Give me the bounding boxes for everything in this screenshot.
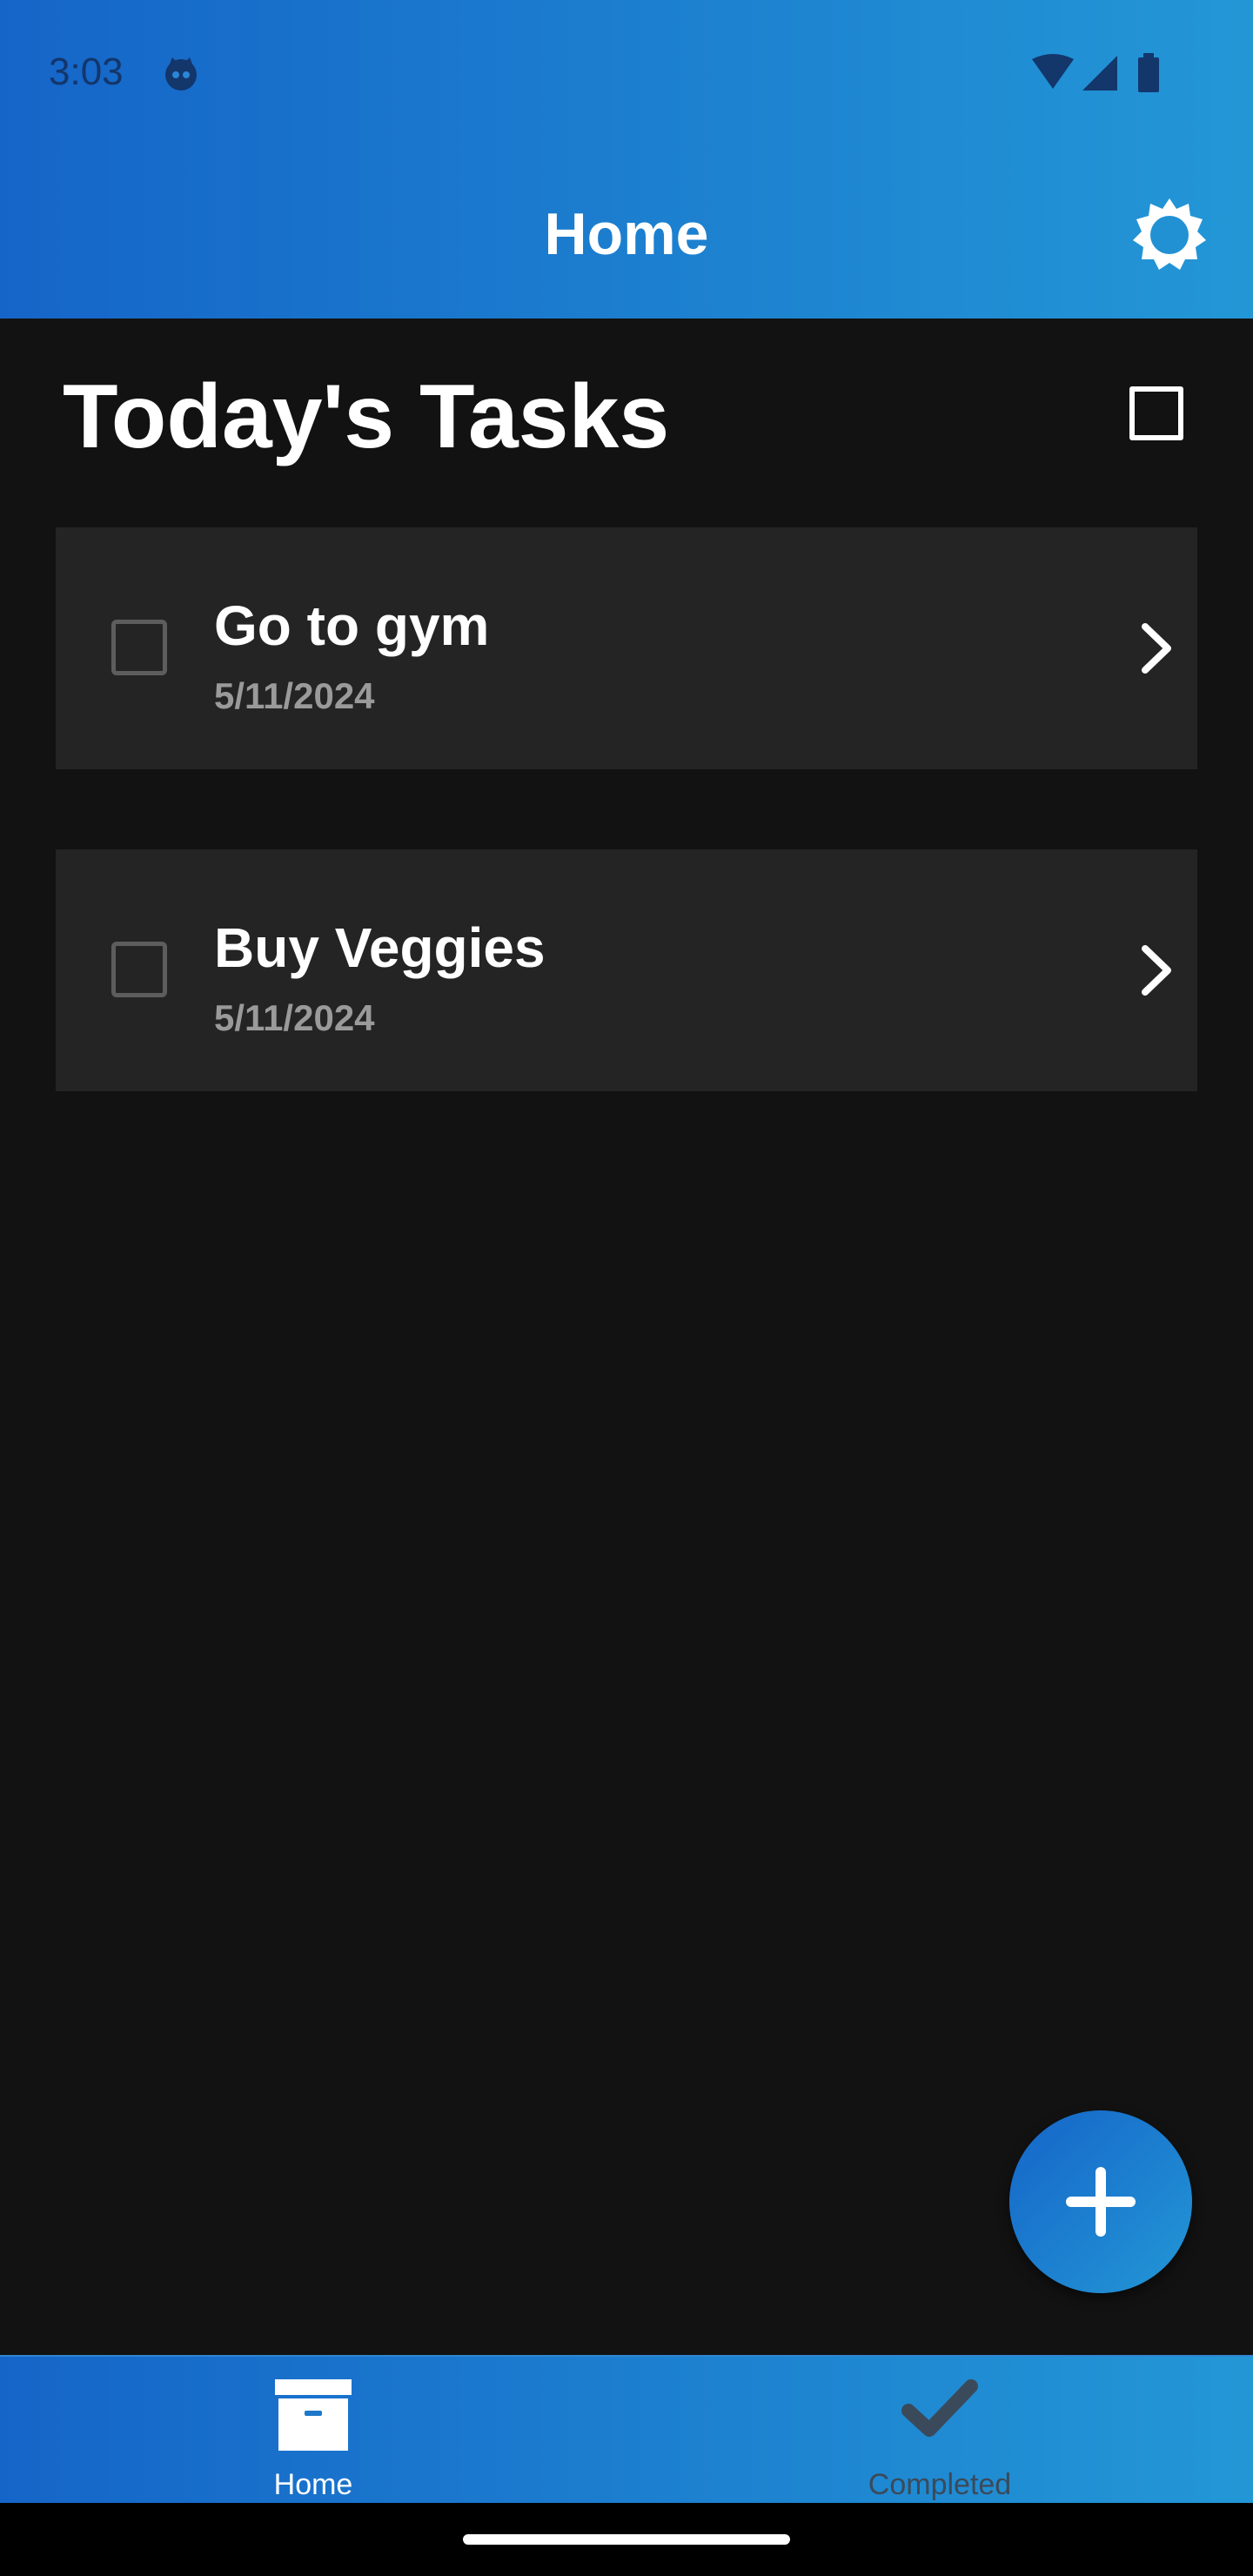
- plus-icon: [1066, 2167, 1136, 2237]
- task-name: Buy Veggies: [214, 916, 546, 979]
- select-square-icon: [1129, 386, 1183, 440]
- app-title: Home: [544, 201, 709, 267]
- task-item[interactable]: Buy Veggies 5/11/2024: [56, 849, 1197, 1091]
- task-date: 5/11/2024: [214, 675, 375, 716]
- nav-home-label: Home: [273, 2468, 353, 2501]
- checkmark-icon: [901, 2379, 978, 2437]
- nav-home[interactable]: Home: [0, 2357, 626, 2505]
- app-header: 3:03 Home: [0, 0, 1253, 319]
- task-date: 5/11/2024: [214, 997, 375, 1038]
- select-all-button[interactable]: [1116, 372, 1197, 454]
- status-icons: [1032, 53, 1159, 92]
- chevron-right-icon: [1142, 945, 1171, 996]
- page-title: Today's Tasks: [63, 366, 670, 467]
- chevron-right-icon: [1142, 623, 1171, 674]
- system-navigation-bar: [0, 2503, 1253, 2576]
- face-icon: [165, 57, 197, 91]
- task-name: Go to gym: [214, 594, 490, 657]
- settings-gear-icon: [1133, 198, 1206, 270]
- settings-button[interactable]: [1128, 193, 1211, 277]
- home-gesture-bar[interactable]: [463, 2534, 790, 2545]
- nav-completed-label: Completed: [868, 2468, 1012, 2501]
- wifi-icon: [1032, 54, 1074, 89]
- add-task-button[interactable]: [1009, 2110, 1192, 2293]
- task-item[interactable]: Go to gym 5/11/2024: [56, 527, 1197, 769]
- nav-completed[interactable]: Completed: [626, 2357, 1253, 2505]
- bottom-navigation: Home Completed: [0, 2355, 1253, 2503]
- battery-icon: [1138, 53, 1159, 92]
- status-time: 3:03: [49, 50, 124, 93]
- archive-box-icon: [275, 2379, 352, 2451]
- task-checkbox[interactable]: [111, 620, 167, 675]
- signal-icon: [1082, 56, 1117, 91]
- task-checkbox[interactable]: [111, 942, 167, 997]
